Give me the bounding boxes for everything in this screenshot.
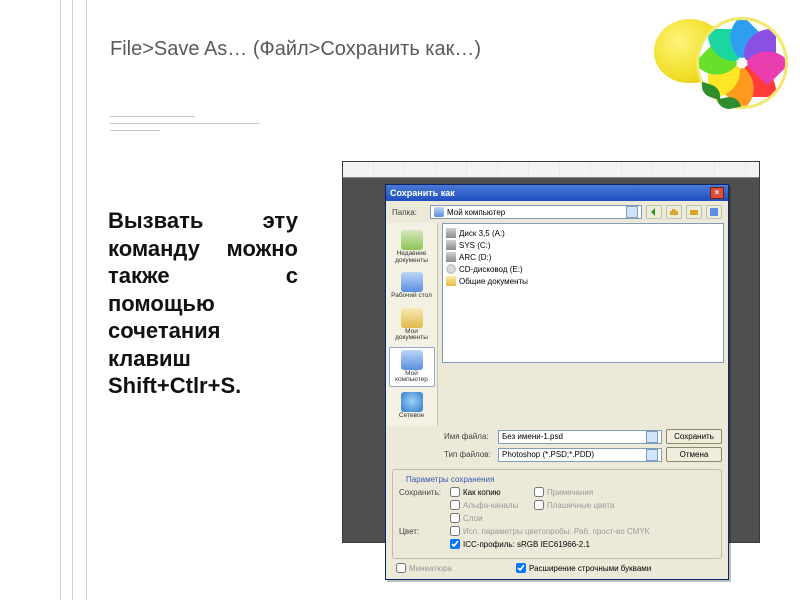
file-list[interactable]: Диск 3,5 (A:) SYS (C:) ARC (D:) CD-диско… [442,223,724,363]
places-recent[interactable]: Недавние документы [389,227,435,267]
drive-a[interactable]: Диск 3,5 (A:) [446,227,720,239]
save-row-label: Сохранить: [399,488,444,497]
color-label: Цвет: [399,527,444,536]
floppy-icon [446,228,456,238]
filetype-select[interactable]: Photoshop (*.PSD;*.PDD) [498,448,662,462]
folder-icon [446,276,456,286]
places-desktop[interactable]: Рабочий стол [389,269,435,303]
back-button[interactable] [646,205,662,219]
page-title: File>Save As… (Файл>Сохранить как…) [110,38,481,61]
cb-spot[interactable]: Плашечные цвета [534,500,644,510]
cd-icon [446,264,456,274]
filename-input[interactable]: Без имени-1.psd [498,430,662,444]
computer-icon [401,350,423,370]
save-as-dialog: Сохранить как × Папка: Мой компьютер Нед… [385,184,729,580]
folder-value: Мой компьютер [447,208,505,217]
folder-label: Папка: [392,208,426,217]
chevron-down-icon [646,449,658,461]
close-icon[interactable]: × [710,187,724,199]
decor-dividers [110,110,260,131]
places-computer[interactable]: Мой компьютер [389,347,435,387]
up-button[interactable] [666,205,682,219]
filename-label: Имя файла: [444,432,494,441]
cb-notes[interactable]: Примечания [534,487,612,497]
cb-lowercase-ext[interactable]: Расширение строчными буквами [516,563,676,573]
save-params-legend: Параметры сохранения [403,475,497,484]
drive-c[interactable]: SYS (C:) [446,239,720,251]
computer-icon [434,207,444,217]
network-icon [401,392,423,412]
decor-vertical-2 [72,0,73,600]
app-screenshot: Сохранить как × Папка: Мой компьютер Нед… [342,161,760,543]
filetype-label: Тип файлов: [444,450,494,459]
cancel-button[interactable]: Отмена [666,447,722,462]
cb-alpha[interactable]: Альфа-каналы [450,500,528,510]
chevron-down-icon [626,206,638,218]
desktop-icon [401,272,423,292]
drive-icon [446,252,456,262]
documents-icon [401,308,423,328]
cb-cmyk[interactable]: Исп. параметры цветопробы: Раб. прост-во… [450,526,670,536]
cb-as-copy[interactable]: Как копию [450,487,528,497]
drive-e[interactable]: CD-дисковод (E:) [446,263,720,275]
views-button[interactable] [706,205,722,219]
shared-docs[interactable]: Общие документы [446,275,720,287]
drive-d[interactable]: ARC (D:) [446,251,720,263]
cb-icc[interactable]: ICC-профиль: sRGB IEC61966-2.1 [450,539,670,549]
chevron-down-icon [646,431,658,443]
cb-thumbnail[interactable]: Миниатюра [396,563,474,573]
ruler [343,162,759,178]
folder-dropdown[interactable]: Мой компьютер [430,205,642,219]
new-folder-button[interactable] [686,205,702,219]
dialog-title: Сохранить как [390,188,455,198]
body-text: Вызвать эту команду можно также с помощь… [108,207,298,400]
decor-vertical-1 [60,0,61,600]
decor-vertical-3 [86,0,87,600]
recent-icon [401,230,423,250]
drive-icon [446,240,456,250]
cb-layers[interactable]: Слои [450,513,528,523]
save-button[interactable]: Сохранить [666,429,722,444]
places-network[interactable]: Сетевое [389,389,435,423]
citrus-image [648,15,788,125]
places-documents[interactable]: Мои документы [389,305,435,345]
